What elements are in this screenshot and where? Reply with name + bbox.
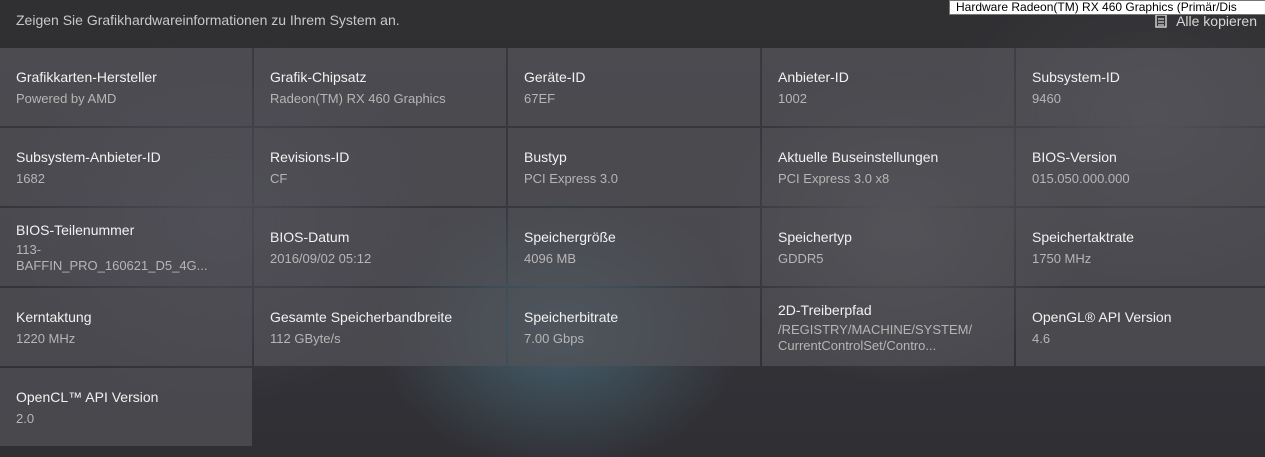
info-label: Speichertaktrate	[1032, 228, 1134, 245]
info-cell[interactable]: BIOS-Teilenummer 113- BAFFIN_PRO_160621_D…	[0, 208, 252, 286]
info-value: 1002	[778, 90, 807, 106]
info-cell[interactable]: Geräte-ID 67EF	[508, 48, 760, 126]
info-cell[interactable]: Revisions-ID CF	[254, 128, 506, 206]
info-value: 7.00 Gbps	[524, 330, 584, 346]
info-value: 2016/09/02 05:12	[270, 250, 372, 266]
info-value: Powered by AMD	[16, 90, 117, 106]
info-value: 4096 MB	[524, 250, 577, 266]
info-value: Radeon(TM) RX 460 Graphics	[270, 90, 446, 106]
copy-all-button[interactable]: Alle kopieren	[1154, 13, 1257, 29]
info-cell[interactable]: Speicherbitrate 7.00 Gbps	[508, 288, 760, 366]
page-description: Zeigen Sie Grafikhardwareinformationen z…	[16, 12, 400, 28]
info-value: 67EF	[524, 90, 556, 106]
info-value: PCI Express 3.0	[524, 170, 618, 186]
info-cell[interactable]: Grafikkarten-Hersteller Powered by AMD	[0, 48, 252, 126]
info-value: 113- BAFFIN_PRO_160621_D5_4G...	[16, 241, 208, 273]
info-label: OpenCL™ API Version	[16, 388, 159, 405]
info-label: Bustyp	[524, 148, 567, 165]
info-value: /REGISTRY/MACHINE/SYSTEM/ CurrentControl…	[778, 321, 973, 353]
info-label: Anbieter-ID	[778, 68, 849, 85]
info-value: 1682	[16, 170, 45, 186]
info-cell[interactable]: Grafik-Chipsatz Radeon(TM) RX 460 Graphic…	[254, 48, 506, 126]
info-value: 4.6	[1032, 330, 1051, 346]
info-cell[interactable]: BIOS-Version 015.050.000.000	[1016, 128, 1265, 206]
info-value: GDDR5	[778, 250, 824, 266]
info-label: Revisions-ID	[270, 148, 350, 165]
info-value: 9460	[1032, 90, 1061, 106]
info-value: 2.0	[16, 410, 35, 426]
info-cell[interactable]: OpenGL® API Version 4.6	[1016, 288, 1265, 366]
info-cell[interactable]: Gesamte Speicherbandbreite 112 GByte/s	[254, 288, 506, 366]
info-label: Geräte-ID	[524, 68, 586, 85]
info-value: 1750 MHz	[1032, 250, 1092, 266]
info-label: Subsystem-ID	[1032, 68, 1120, 85]
info-cell[interactable]: Speichertaktrate 1750 MHz	[1016, 208, 1265, 286]
info-cell[interactable]: OpenCL™ API Version 2.0	[0, 368, 252, 446]
info-cell[interactable]: Speichergröße 4096 MB	[508, 208, 760, 286]
info-label: BIOS-Datum	[270, 228, 350, 245]
copy-all-label: Alle kopieren	[1176, 13, 1257, 29]
info-value: 015.050.000.000	[1032, 170, 1130, 186]
info-label: Speichertyp	[778, 228, 852, 245]
info-cell[interactable]: 2D-Treiberpfad/REGISTRY/MACHINE/SYSTEM/ …	[762, 288, 1014, 366]
info-value: 112 GByte/s	[270, 330, 341, 346]
info-label: Grafik-Chipsatz	[270, 68, 367, 85]
info-label: 2D-Treiberpfad	[778, 301, 872, 318]
info-label: BIOS-Version	[1032, 148, 1117, 165]
copy-icon	[1154, 14, 1168, 28]
info-label: OpenGL® API Version	[1032, 308, 1172, 325]
info-label: Kerntaktung	[16, 308, 92, 325]
info-label: Gesamte Speicherbandbreite	[270, 308, 453, 325]
info-cell[interactable]: BIOS-Datum 2016/09/02 05:12	[254, 208, 506, 286]
info-cell[interactable]: Aktuelle Buseinstellungen PCI Express 3.0…	[762, 128, 1014, 206]
info-cell[interactable]: Subsystem-ID 9460	[1016, 48, 1265, 126]
info-cell[interactable]: Bustyp PCI Express 3.0	[508, 128, 760, 206]
info-label: Subsystem-Anbieter-ID	[16, 148, 161, 165]
info-grid: Grafikkarten-Hersteller Powered by AMD Gra…	[0, 48, 1265, 446]
info-value: 1220 MHz	[16, 330, 76, 346]
info-label: Grafikkarten-Hersteller	[16, 68, 157, 85]
info-value: PCI Express 3.0 x8	[778, 170, 890, 186]
info-label: Aktuelle Buseinstellungen	[778, 148, 939, 165]
info-cell[interactable]: Anbieter-ID 1002	[762, 48, 1014, 126]
info-label: BIOS-Teilenummer	[16, 221, 135, 238]
info-cell[interactable]: Subsystem-Anbieter-ID 1682	[0, 128, 252, 206]
info-label: Speichergröße	[524, 228, 616, 245]
info-label: Speicherbitrate	[524, 308, 619, 325]
info-cell[interactable]: Kerntaktung 1220 MHz	[0, 288, 252, 366]
tooltip: Hardware Radeon(TM) RX 460 Graphics (Pri…	[949, 0, 1265, 15]
info-value: CF	[270, 170, 288, 186]
info-cell[interactable]: Speichertyp GDDR5	[762, 208, 1014, 286]
